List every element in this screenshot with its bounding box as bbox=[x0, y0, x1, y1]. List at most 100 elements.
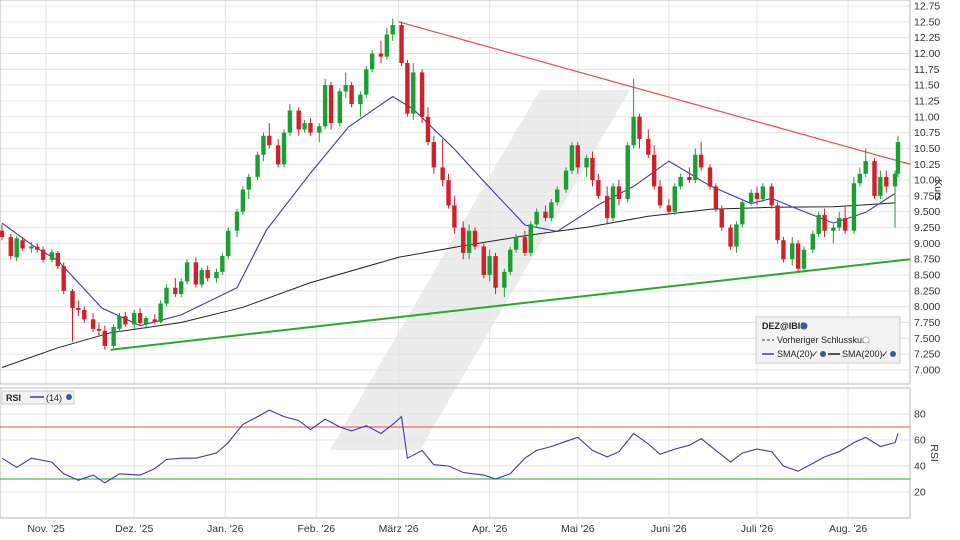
candle-body bbox=[563, 170, 569, 190]
candle-body bbox=[184, 262, 190, 282]
candle-body bbox=[390, 24, 395, 35]
candle-body bbox=[816, 214, 821, 234]
legend-sma200: SMA(200) bbox=[842, 349, 883, 359]
candle-body bbox=[328, 85, 334, 124]
price-tick-label: 8.750 bbox=[914, 254, 940, 266]
candle bbox=[719, 205, 724, 231]
settings-icon[interactable] bbox=[66, 394, 72, 400]
time-tick-label: März '26 bbox=[379, 523, 419, 535]
price-tick-label: 11.50 bbox=[914, 80, 940, 92]
candle-body bbox=[728, 227, 733, 247]
candle bbox=[405, 59, 410, 117]
candle-body bbox=[49, 252, 55, 260]
rsi-tick-label: 60 bbox=[914, 435, 926, 447]
price-tick-label: 7.250 bbox=[914, 349, 940, 361]
candle bbox=[810, 230, 816, 253]
candle-body bbox=[878, 176, 883, 196]
candle bbox=[672, 183, 677, 215]
candle-body bbox=[693, 154, 698, 181]
rsi-legend-label: RSI bbox=[6, 393, 21, 403]
candle bbox=[625, 142, 630, 203]
candle-body bbox=[199, 269, 204, 285]
candle bbox=[55, 250, 61, 269]
candle-body bbox=[528, 224, 533, 253]
candle bbox=[569, 142, 575, 174]
settings-icon[interactable] bbox=[890, 351, 896, 357]
candle-body bbox=[343, 85, 348, 92]
price-tick-label: 7.750 bbox=[914, 317, 940, 329]
candle-body bbox=[452, 205, 457, 228]
candle bbox=[61, 262, 66, 295]
candle-body bbox=[487, 256, 492, 276]
rsi-tick-label: 20 bbox=[914, 487, 926, 499]
candle-body bbox=[651, 154, 657, 187]
candle-body bbox=[405, 62, 410, 114]
candle-body bbox=[575, 145, 580, 168]
candle-body bbox=[317, 126, 322, 133]
candle bbox=[769, 183, 774, 209]
candle-body bbox=[810, 233, 816, 250]
candle-body bbox=[55, 252, 61, 267]
price-axis-title: Kurs bbox=[932, 179, 944, 201]
candle-body bbox=[76, 307, 81, 310]
price-tick-label: 10.25 bbox=[914, 159, 940, 171]
candle-body bbox=[173, 287, 178, 295]
time-tick-label: Jan. '26 bbox=[207, 523, 244, 535]
candle-body bbox=[713, 186, 719, 209]
candle bbox=[369, 50, 375, 73]
candle bbox=[795, 240, 801, 272]
candle-body bbox=[158, 303, 163, 322]
candle bbox=[281, 129, 287, 168]
checkmark-icon[interactable]: ✓ bbox=[811, 349, 819, 359]
settings-icon[interactable] bbox=[820, 351, 826, 357]
candle-body bbox=[226, 230, 231, 257]
stock-chart: 12.75 12.50 12.25 12.00 11.75 11.50 11.25 11.00… bbox=[0, 0, 960, 540]
candle-body bbox=[513, 237, 519, 250]
candle-body bbox=[111, 326, 116, 346]
candle-body bbox=[625, 145, 630, 200]
candle bbox=[728, 224, 733, 250]
candle bbox=[8, 233, 14, 260]
candle-body bbox=[534, 211, 539, 225]
time-tick-label: Juli '26 bbox=[741, 523, 774, 535]
candle bbox=[481, 243, 486, 279]
candle-body bbox=[472, 230, 478, 247]
price-tick-label: 12.50 bbox=[914, 16, 940, 28]
candle-body bbox=[14, 238, 19, 258]
candle-body bbox=[287, 110, 293, 133]
legend-sma20: SMA(20) bbox=[777, 349, 813, 359]
candle-body bbox=[748, 192, 754, 203]
candle-body bbox=[466, 230, 472, 253]
candle-body bbox=[281, 132, 287, 165]
candle-body bbox=[801, 249, 807, 269]
candle-body bbox=[193, 262, 199, 285]
candle-body bbox=[795, 243, 801, 269]
candle-body bbox=[240, 189, 246, 212]
candle-body bbox=[666, 205, 672, 212]
candle-body bbox=[616, 186, 622, 200]
price-tick-label: 11.25 bbox=[914, 95, 940, 107]
price-tick-label: 7.000 bbox=[914, 365, 940, 377]
toggle-icon[interactable] bbox=[862, 336, 870, 344]
candle-body bbox=[419, 72, 425, 117]
candle bbox=[563, 167, 569, 193]
candle-body bbox=[131, 313, 137, 325]
info-icon[interactable] bbox=[800, 322, 808, 330]
checkmark-icon[interactable]: ✓ bbox=[881, 349, 889, 359]
candle-body bbox=[90, 319, 96, 329]
candle bbox=[740, 199, 745, 228]
candle-body bbox=[440, 167, 445, 181]
candle-body bbox=[275, 145, 281, 165]
time-tick-label: Feb. '26 bbox=[298, 523, 336, 535]
price-legend: DEZ@IBIS Vorheriger Schlusskurs SMA(20) … bbox=[755, 316, 901, 364]
price-tick-label: 12.25 bbox=[914, 32, 940, 44]
candle-body bbox=[369, 53, 375, 70]
candle-body bbox=[123, 316, 128, 325]
candle-body bbox=[308, 123, 313, 133]
candle-body bbox=[40, 249, 46, 260]
candle-body bbox=[214, 271, 219, 279]
candle-body bbox=[70, 290, 75, 308]
price-tick-label: 10.75 bbox=[914, 127, 940, 139]
price-tick-label: 12.75 bbox=[914, 1, 940, 13]
candle-body bbox=[508, 249, 513, 272]
